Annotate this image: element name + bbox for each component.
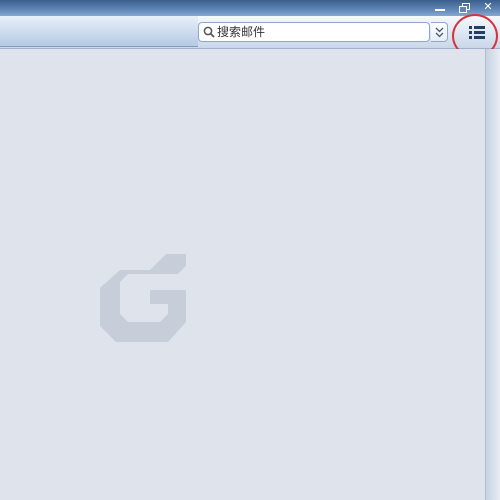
restore-icon: [459, 3, 470, 13]
toolbar-tab-area: [0, 16, 198, 47]
search-placeholder: 搜索邮件: [217, 25, 266, 39]
mail-content-pane: [0, 49, 485, 500]
watermark-logo: [100, 254, 186, 342]
close-button[interactable]: ✕: [480, 0, 496, 14]
search-options-button[interactable]: [431, 22, 448, 42]
search-icon: [203, 26, 215, 38]
restore-button[interactable]: [456, 0, 472, 14]
minimize-icon: [435, 9, 445, 11]
right-edge-panel: [485, 49, 500, 500]
main-menu-button[interactable]: [468, 24, 488, 42]
minimize-button[interactable]: [432, 0, 448, 14]
close-icon: ✕: [483, 0, 493, 13]
double-chevron-down-icon: [435, 27, 443, 38]
search-mail-input[interactable]: 搜索邮件: [198, 22, 430, 42]
window-titlebar: ✕: [0, 0, 500, 16]
